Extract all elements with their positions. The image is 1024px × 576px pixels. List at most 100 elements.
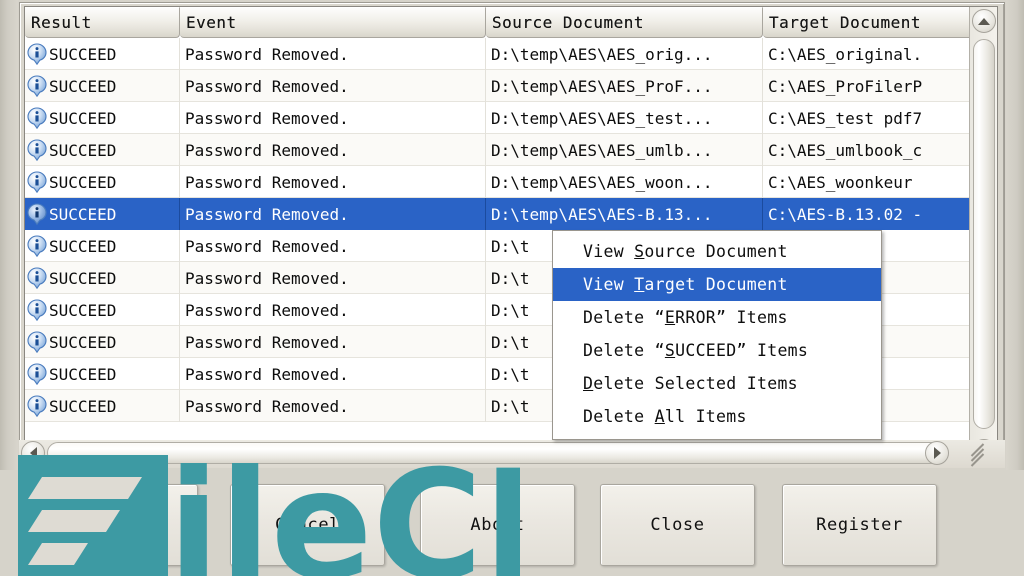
cell-source-document: D:\temp\AES\AES_umlb... (486, 134, 763, 166)
context-menu-item[interactable]: Delete “ERROR” Items (553, 301, 881, 334)
horizontal-scrollbar[interactable] (19, 440, 1005, 468)
context-menu-item[interactable]: View Source Document (553, 235, 881, 268)
context-menu-item-label: Delete “ERROR” Items (583, 308, 788, 327)
cell-target-document: C:\AES-B.13.02 - (763, 198, 991, 230)
info-icon (27, 331, 47, 353)
cell-result-text: SUCCEED (49, 108, 117, 128)
resize-grip-icon[interactable] (967, 443, 987, 467)
register-button-label: Register (816, 515, 903, 535)
cell-result-text: SUCCEED (49, 300, 117, 320)
table-row[interactable]: SUCCEED Password Removed. D:\temp\AES\AES-… (25, 198, 997, 230)
cell-source-document: D:\temp\AES\AES_orig... (486, 38, 763, 70)
cell-source-text: D:\temp\AES\AES-B.13... (491, 204, 713, 224)
info-icon (27, 267, 47, 289)
column-header-event[interactable]: Event (180, 7, 486, 38)
cell-result-text: SUCCEED (49, 268, 117, 288)
scroll-up-button[interactable] (972, 9, 996, 33)
table-row[interactable]: SUCCEED Password Removed. D:\temp\AES\AES_… (25, 102, 997, 134)
cell-result: SUCCEED (25, 358, 180, 390)
column-header-target-document[interactable]: Target Document (763, 7, 991, 38)
cell-event: Password Removed. (180, 38, 486, 70)
info-icon (27, 299, 47, 321)
cell-source-document: D:\temp\AES\AES_test... (486, 102, 763, 134)
cell-result-text: SUCCEED (49, 172, 117, 192)
cell-source-text: D:\t (491, 268, 530, 288)
cell-result: SUCCEED (25, 294, 180, 326)
info-icon (27, 203, 47, 225)
info-icon (27, 139, 47, 161)
arrow-up-icon (978, 17, 990, 25)
cell-result: SUCCEED (25, 198, 180, 230)
close-button-label: Close (650, 515, 705, 535)
column-header-source-document[interactable]: Source Document (486, 7, 763, 38)
cell-event-text: Password Removed. (185, 364, 349, 384)
cell-target-document: C:\AES_woonkeur (763, 166, 991, 198)
info-icon (27, 171, 47, 193)
cell-event-text: Password Removed. (185, 172, 349, 192)
cell-source-text: D:\temp\AES\AES_ProF... (491, 76, 713, 96)
table-row[interactable]: SUCCEED Password Removed. D:\temp\AES\AES_… (25, 70, 997, 102)
cell-event-text: Password Removed. (185, 108, 349, 128)
column-header-result[interactable]: Result (25, 7, 180, 38)
scroll-right-button[interactable] (925, 441, 949, 465)
cell-source-document: D:\temp\AES\AES_woon... (486, 166, 763, 198)
context-menu-item[interactable]: View Target Document (553, 268, 881, 301)
cell-result: SUCCEED (25, 38, 180, 70)
cell-event-text: Password Removed. (185, 300, 349, 320)
cell-result: SUCCEED (25, 262, 180, 294)
cancel-button[interactable]: Cancel (230, 484, 385, 566)
cell-source-text: D:\t (491, 332, 530, 352)
close-button[interactable]: Close (600, 484, 755, 566)
cell-result-text: SUCCEED (49, 396, 117, 416)
horizontal-scroll-thumb[interactable] (47, 442, 947, 464)
cell-event-text: Password Removed. (185, 268, 349, 288)
context-menu-item[interactable]: Delete Selected Items (553, 367, 881, 400)
cell-event-text: Password Removed. (185, 236, 349, 256)
cell-result-text: SUCCEED (49, 332, 117, 352)
cell-event: Password Removed. (180, 70, 486, 102)
about-button-label: About (470, 515, 525, 535)
vertical-scroll-thumb[interactable] (973, 39, 995, 429)
cell-event-text: Password Removed. (185, 332, 349, 352)
context-menu-item-label: View Source Document (583, 242, 788, 261)
context-menu[interactable]: View Source Document View Target Document… (552, 230, 882, 440)
cell-result: SUCCEED (25, 326, 180, 358)
register-button[interactable]: Register (782, 484, 937, 566)
table-row[interactable]: SUCCEED Password Removed. D:\temp\AES\AES_… (25, 134, 997, 166)
cell-target-text: C:\AES_woonkeur (768, 172, 913, 192)
table-row[interactable]: SUCCEED Password Removed. D:\temp\AES\AES_… (25, 166, 997, 198)
cell-event: Password Removed. (180, 262, 486, 294)
table-header-row: Result Event Source Document Target Docu… (25, 7, 997, 38)
cell-target-document: C:\AES_umlbook_c (763, 134, 991, 166)
cell-source-text: D:\t (491, 300, 530, 320)
cell-result: SUCCEED (25, 390, 180, 422)
arrow-right-icon (933, 447, 941, 459)
cell-event: Password Removed. (180, 326, 486, 358)
cell-event-text: Password Removed. (185, 396, 349, 416)
cell-source-text: D:\temp\AES\AES_umlb... (491, 140, 713, 160)
info-icon (27, 363, 47, 385)
cell-event: Password Removed. (180, 358, 486, 390)
open-button[interactable]: Open(...) (43, 484, 198, 566)
table-row[interactable]: SUCCEED Password Removed. D:\temp\AES\AES_… (25, 38, 997, 70)
cell-event: Password Removed. (180, 294, 486, 326)
context-menu-item[interactable]: Delete “SUCCEED” Items (553, 334, 881, 367)
cell-target-document: C:\AES_original. (763, 38, 991, 70)
column-header-source-label: Source Document (492, 13, 644, 32)
scroll-left-button[interactable] (21, 441, 45, 465)
info-icon (27, 235, 47, 257)
cell-result: SUCCEED (25, 134, 180, 166)
info-icon (27, 395, 47, 417)
column-header-event-label: Event (186, 13, 237, 32)
info-icon (27, 43, 47, 65)
context-menu-item[interactable]: Delete All Items (553, 400, 881, 433)
cell-target-text: C:\AES_test pdf7 (768, 108, 923, 128)
context-menu-item-label: Delete All Items (583, 407, 747, 426)
context-menu-item-label: Delete “SUCCEED” Items (583, 341, 809, 360)
cell-event: Password Removed. (180, 198, 486, 230)
cell-source-text: D:\t (491, 236, 530, 256)
about-button[interactable]: About (420, 484, 575, 566)
cell-event-text: Password Removed. (185, 140, 349, 160)
vertical-scrollbar[interactable] (969, 7, 997, 463)
cell-event: Password Removed. (180, 134, 486, 166)
